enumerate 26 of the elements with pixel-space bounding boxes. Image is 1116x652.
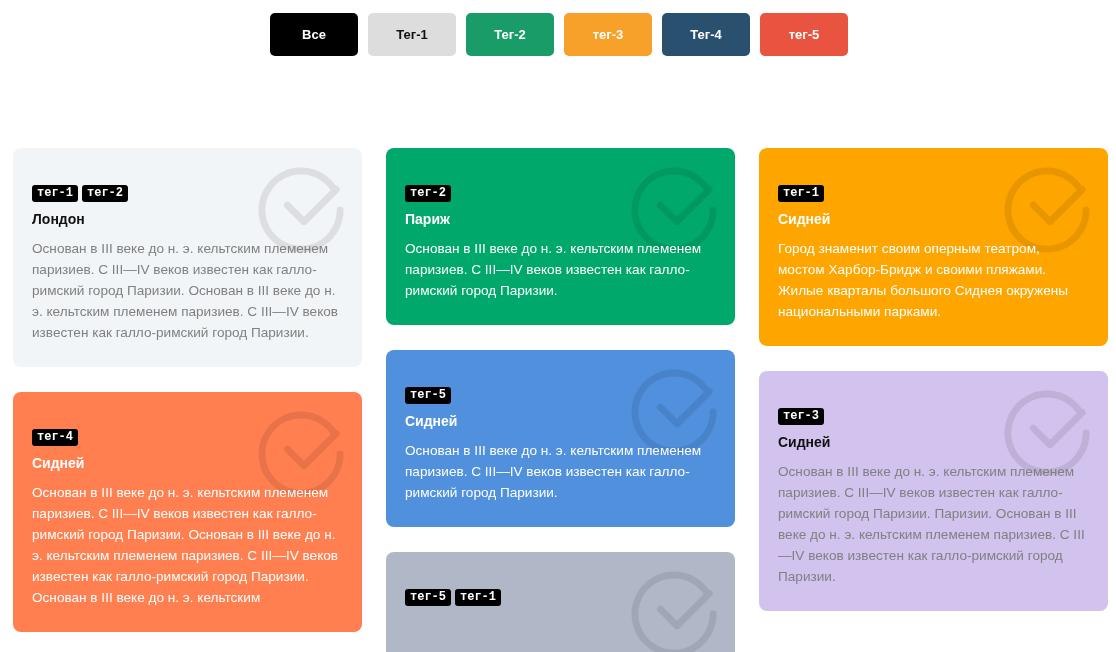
card-text: Основан в III веке до н. э. кельтским племенем паризиев. С III—IV веков известен как галло-римский город Паризии. [405,240,703,300]
card-title: Париж [405,211,451,227]
card-title: Сидней [778,434,832,450]
tag: тег-2 [405,185,451,202]
card-text: Основан в III веке до н. э. кельтским племенем паризиев. С III—IV веков известен как галло-римский город Паризии. Основан в III веке до н. э. кельтским племенем паризиев. С III—IV веков известен как галло-римский город Паризии. Основан в III веке до н. э. кельтским [32,484,340,607]
filter-button[interactable]: Тег-1 [368,13,456,56]
tag: тег-1 [778,185,824,202]
filter-button[interactable]: Тег-2 [466,13,554,56]
filter-button[interactable]: Тег-4 [662,13,750,56]
tag: тег-1 [32,185,78,202]
filter-button[interactable]: Все [270,13,358,56]
card-text: Город знаменит своим оперным театром, мостом Харбор-Бридж и своими пляжами. Жилые кварталы большого Сиднея окружены национальными парками. [778,240,1069,321]
card-title: Сидней [32,455,86,471]
tag: тег-2 [82,185,129,202]
card-text: Основан в III веке до н. э. кельтским племенем паризиев. С III—IV веков известен как галло-римский город Паризии. Основан в III веке до н. э. кельтским племенем паризиев. С III—IV веков известен как галло-римский город Паризии. [32,240,340,342]
card-title: Сидней [778,211,832,227]
tag: тег-3 [778,408,824,425]
card-text: Основан в III веке до н. э. кельтским племенем паризиев. С III—IV веков известен как галло-римский город Паризии. Паризии. Основан в III веке до н. э. кельтским племенем паризиев. С III—IV веков известен как галло-римский город Паризии. [778,463,1086,586]
card-text: Основан в III веке до н. э. кельтским племенем паризиев. С III—IV веков известен как галло-римский город Паризии. [405,442,703,502]
tag: тег-5 [405,589,451,606]
card-title: Лондон [32,211,86,227]
card-title: Сидней [405,413,459,429]
tag: тег-4 [32,429,78,446]
filter-button[interactable]: тег-5 [760,13,848,56]
tag: тег-1 [455,589,502,606]
tag: тег-5 [405,387,451,404]
